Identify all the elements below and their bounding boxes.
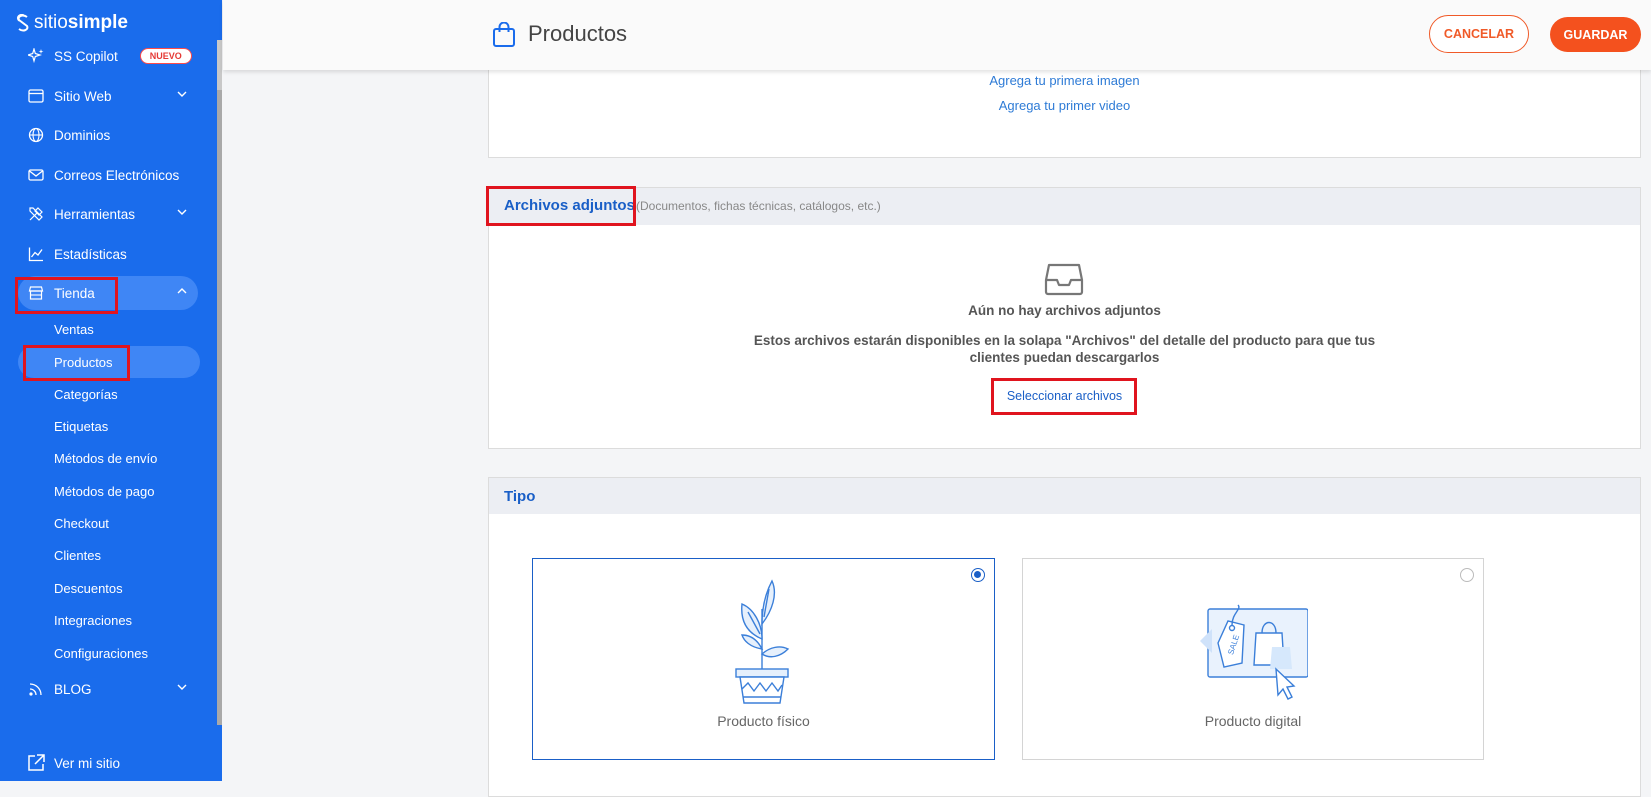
view-site-link[interactable]: Ver mi sitio [22,746,202,780]
sidebar-scrollbar-thumb[interactable] [217,90,222,725]
tools-icon [26,204,46,224]
logo-icon [16,14,29,32]
digital-product-option[interactable]: SALE Producto digital [1022,558,1484,760]
sidebar-sub-categorias[interactable]: Categorías [18,378,200,410]
attachments-card: Archivos adjuntos (Documentos, fichas té… [488,187,1641,449]
page-title: Productos [528,21,628,46]
store-icon [26,283,46,303]
sidebar-item-label: Herramientas [54,206,136,222]
sidebar-sub-label: Configuraciones [54,645,148,661]
chevron-down-icon [177,91,187,97]
browser-icon [26,86,46,106]
sidebar-sub-productos[interactable]: Productos [18,346,200,378]
sidebar-item-estadisticas[interactable]: Estadísticas [18,237,198,271]
sidebar-item-sitio-web[interactable]: Sitio Web [18,79,198,113]
sidebar-sub-label: Clientes [54,547,101,563]
sidebar-sub-label: Métodos de envío [54,450,158,466]
sidebar-item-copilot[interactable]: SS Copilot NUEVO [18,39,198,73]
sidebar-item-dominios[interactable]: Dominios [18,118,198,152]
sidebar-sub-metodos-pago[interactable]: Métodos de pago [18,475,200,507]
select-files-button[interactable]: Seleccionar archivos [489,389,1640,403]
type-header: Tipo [489,478,1640,514]
rss-icon [26,679,46,699]
attachments-description-line1: Estos archivos estarán disponibles en la… [753,333,1376,348]
sidebar-sub-label: Métodos de pago [54,483,155,499]
sidebar-sub-label: Productos [54,354,113,370]
digital-product-radio[interactable] [1460,568,1474,582]
sidebar-sub-integraciones[interactable]: Integraciones [18,604,200,636]
brand-name-part2: simple [67,12,128,33]
sidebar-sub-label: Ventas [54,321,94,337]
sidebar-sub-label: Checkout [54,515,109,531]
sidebar-sub-label: Integraciones [54,612,133,628]
digital-shop-illustration: SALE [1200,604,1308,700]
chart-icon [26,244,46,264]
shopping-bag-icon [493,22,515,47]
sidebar-item-label: Correos Electrónicos [54,167,180,183]
sidebar-sub-label: Descuentos [54,580,123,596]
mail-icon [26,165,46,185]
sidebar-item-label: SS Copilot [54,48,118,64]
digital-product-label: Producto digital [1204,713,1302,729]
brand-name-part1: sitio [34,12,68,33]
sidebar-sub-configuraciones[interactable]: Configuraciones [18,637,200,669]
sidebar-sub-etiquetas[interactable]: Etiquetas [18,410,200,442]
attachments-description-line2: clientes puedan descargarlos [969,350,1160,365]
sidebar-item-label: Sitio Web [54,88,112,104]
external-link-icon [26,753,46,773]
physical-product-option[interactable]: Producto físico [532,558,995,760]
attachments-hint: (Documentos, fichas técnicas, catálogos,… [636,199,881,213]
new-badge: NUEVO [139,48,192,64]
type-card: Tipo Producto físico SALE Producto digit… [488,477,1641,797]
sidebar-sub-ventas[interactable]: Ventas [18,313,200,345]
physical-product-radio[interactable] [971,568,985,582]
sidebar-item-label: BLOG [54,681,92,697]
globe-icon [26,125,46,145]
attachments-header: Archivos adjuntos (Documentos, fichas té… [489,188,1640,225]
inbox-icon [1044,263,1084,296]
chevron-up-icon [177,288,187,294]
chevron-down-icon [177,209,187,215]
cancel-button[interactable]: CANCELAR [1429,15,1529,53]
chevron-down-icon [177,684,187,690]
save-button[interactable]: GUARDAR [1550,17,1641,52]
sidebar: sitio simple SS Copilot NUEVO Sitio Web D… [0,0,222,781]
sidebar-sub-clientes[interactable]: Clientes [18,539,200,571]
plant-pot-illustration [735,579,790,704]
sidebar-item-herramientas[interactable]: Herramientas [18,197,198,231]
physical-product-label: Producto físico [717,713,810,729]
sidebar-sub-label: Etiquetas [54,418,109,434]
sidebar-item-label: Dominios [54,127,111,143]
view-site-label: Ver mi sitio [54,755,121,771]
sparkle-icon [26,46,46,66]
attachments-title: Archivos adjuntos [504,197,635,214]
type-title: Tipo [504,488,536,505]
sidebar-sub-descuentos[interactable]: Descuentos [18,572,200,604]
sidebar-item-label: Estadísticas [54,246,127,262]
sidebar-item-label: Tienda [54,285,95,301]
sidebar-item-correos[interactable]: Correos Electrónicos [18,158,198,192]
add-first-image-link[interactable]: Agrega tu primera imagen [489,73,1640,88]
sidebar-item-blog[interactable]: BLOG [18,672,198,706]
sidebar-item-tienda[interactable]: Tienda [18,276,198,310]
no-attachments-text: Aún no hay archivos adjuntos [968,303,1161,318]
add-first-video-link[interactable]: Agrega tu primer video [489,98,1640,113]
brand-logo[interactable]: sitio simple [16,12,128,34]
sidebar-sub-checkout[interactable]: Checkout [18,507,200,539]
sidebar-sub-label: Categorías [54,386,118,402]
sidebar-sub-metodos-envio[interactable]: Métodos de envío [18,442,200,474]
